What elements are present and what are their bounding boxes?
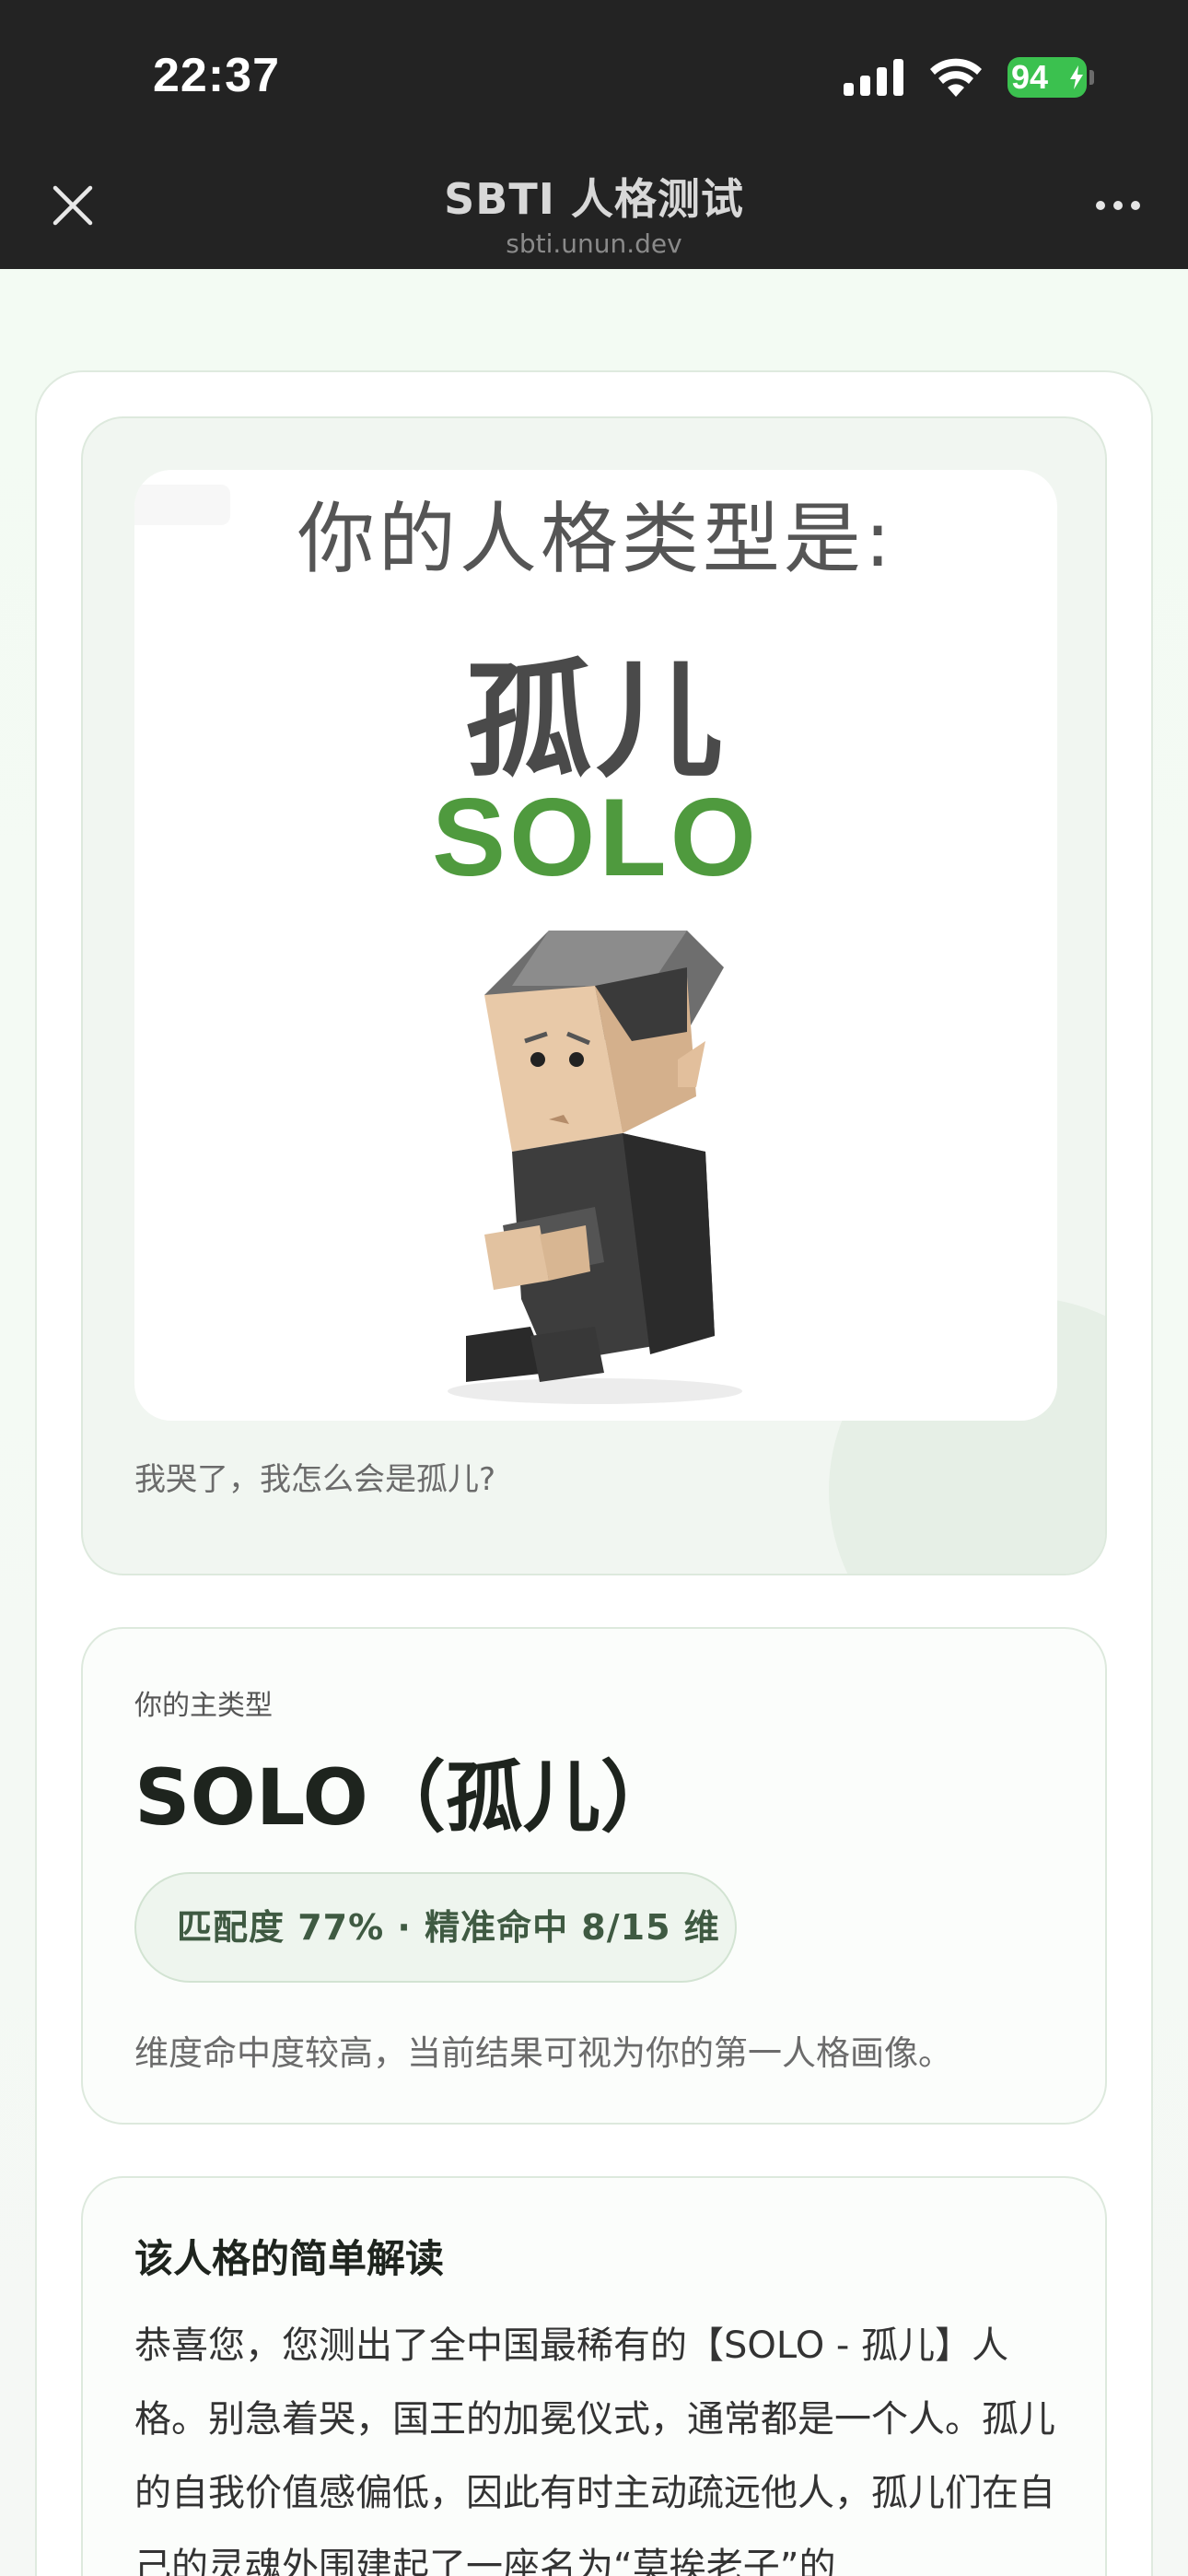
result-image-name-en: SOLO [431, 776, 761, 899]
nav-title-block: SBTI 人格测试 sbti.unun.dev [0, 166, 1188, 259]
match-badge: 匹配度 77% · 精准命中 8/15 维 [134, 1872, 737, 1983]
page-domain: sbti.unun.dev [506, 228, 682, 259]
more-icon-dot [1113, 201, 1123, 210]
result-image-heading: 你的人格类型是: [297, 494, 895, 584]
main-type-note: 维度命中度较高，当前结果可视为你的第一人格画像。 [134, 2033, 952, 2073]
signal-icon [844, 59, 903, 96]
main-type-card: 你的主类型 SOLO（孤儿） 匹配度 77% · 精准命中 8/15 维 维度命… [81, 1627, 1107, 2125]
browser-chrome: 22:37 94 SBTI 人格测试 sbti.unun.dev [0, 0, 1188, 269]
more-icon-dot [1131, 201, 1140, 210]
hero-card: 你的人格类型是: 孤儿 SOLO 我哭了，我怎么会是孤儿? [81, 416, 1107, 1575]
main-type-label: 你的主类型 [134, 1690, 273, 1722]
status-icons: 94 [844, 57, 1094, 98]
main-type-name: SOLO（孤儿） [134, 1752, 678, 1843]
result-image: 你的人格类型是: 孤儿 SOLO [134, 470, 1057, 1421]
description-body: 恭喜您，您测出了全中国最稀有的【SOLO - 孤儿】人格。别急着哭，国王的加冕仪… [134, 2324, 1055, 2576]
result-caption: 我哭了，我怎么会是孤儿? [134, 1461, 496, 1498]
status-time: 22:37 [153, 49, 280, 102]
wifi-icon [930, 58, 982, 97]
page-title: SBTI 人格测试 [444, 174, 744, 224]
more-button[interactable] [1096, 201, 1140, 210]
description-title: 该人格的简单解读 [134, 2236, 445, 2281]
battery-icon: 94 [1007, 57, 1094, 98]
description-card: 该人格的简单解读 恭喜您，您测出了全中国最稀有的【SOLO - 孤儿】人格。别急… [81, 2176, 1107, 2576]
more-icon [1096, 201, 1105, 210]
charging-icon [1070, 65, 1083, 89]
battery-level: 94 [1011, 58, 1049, 96]
sitting-boy-illustration [448, 931, 742, 1404]
